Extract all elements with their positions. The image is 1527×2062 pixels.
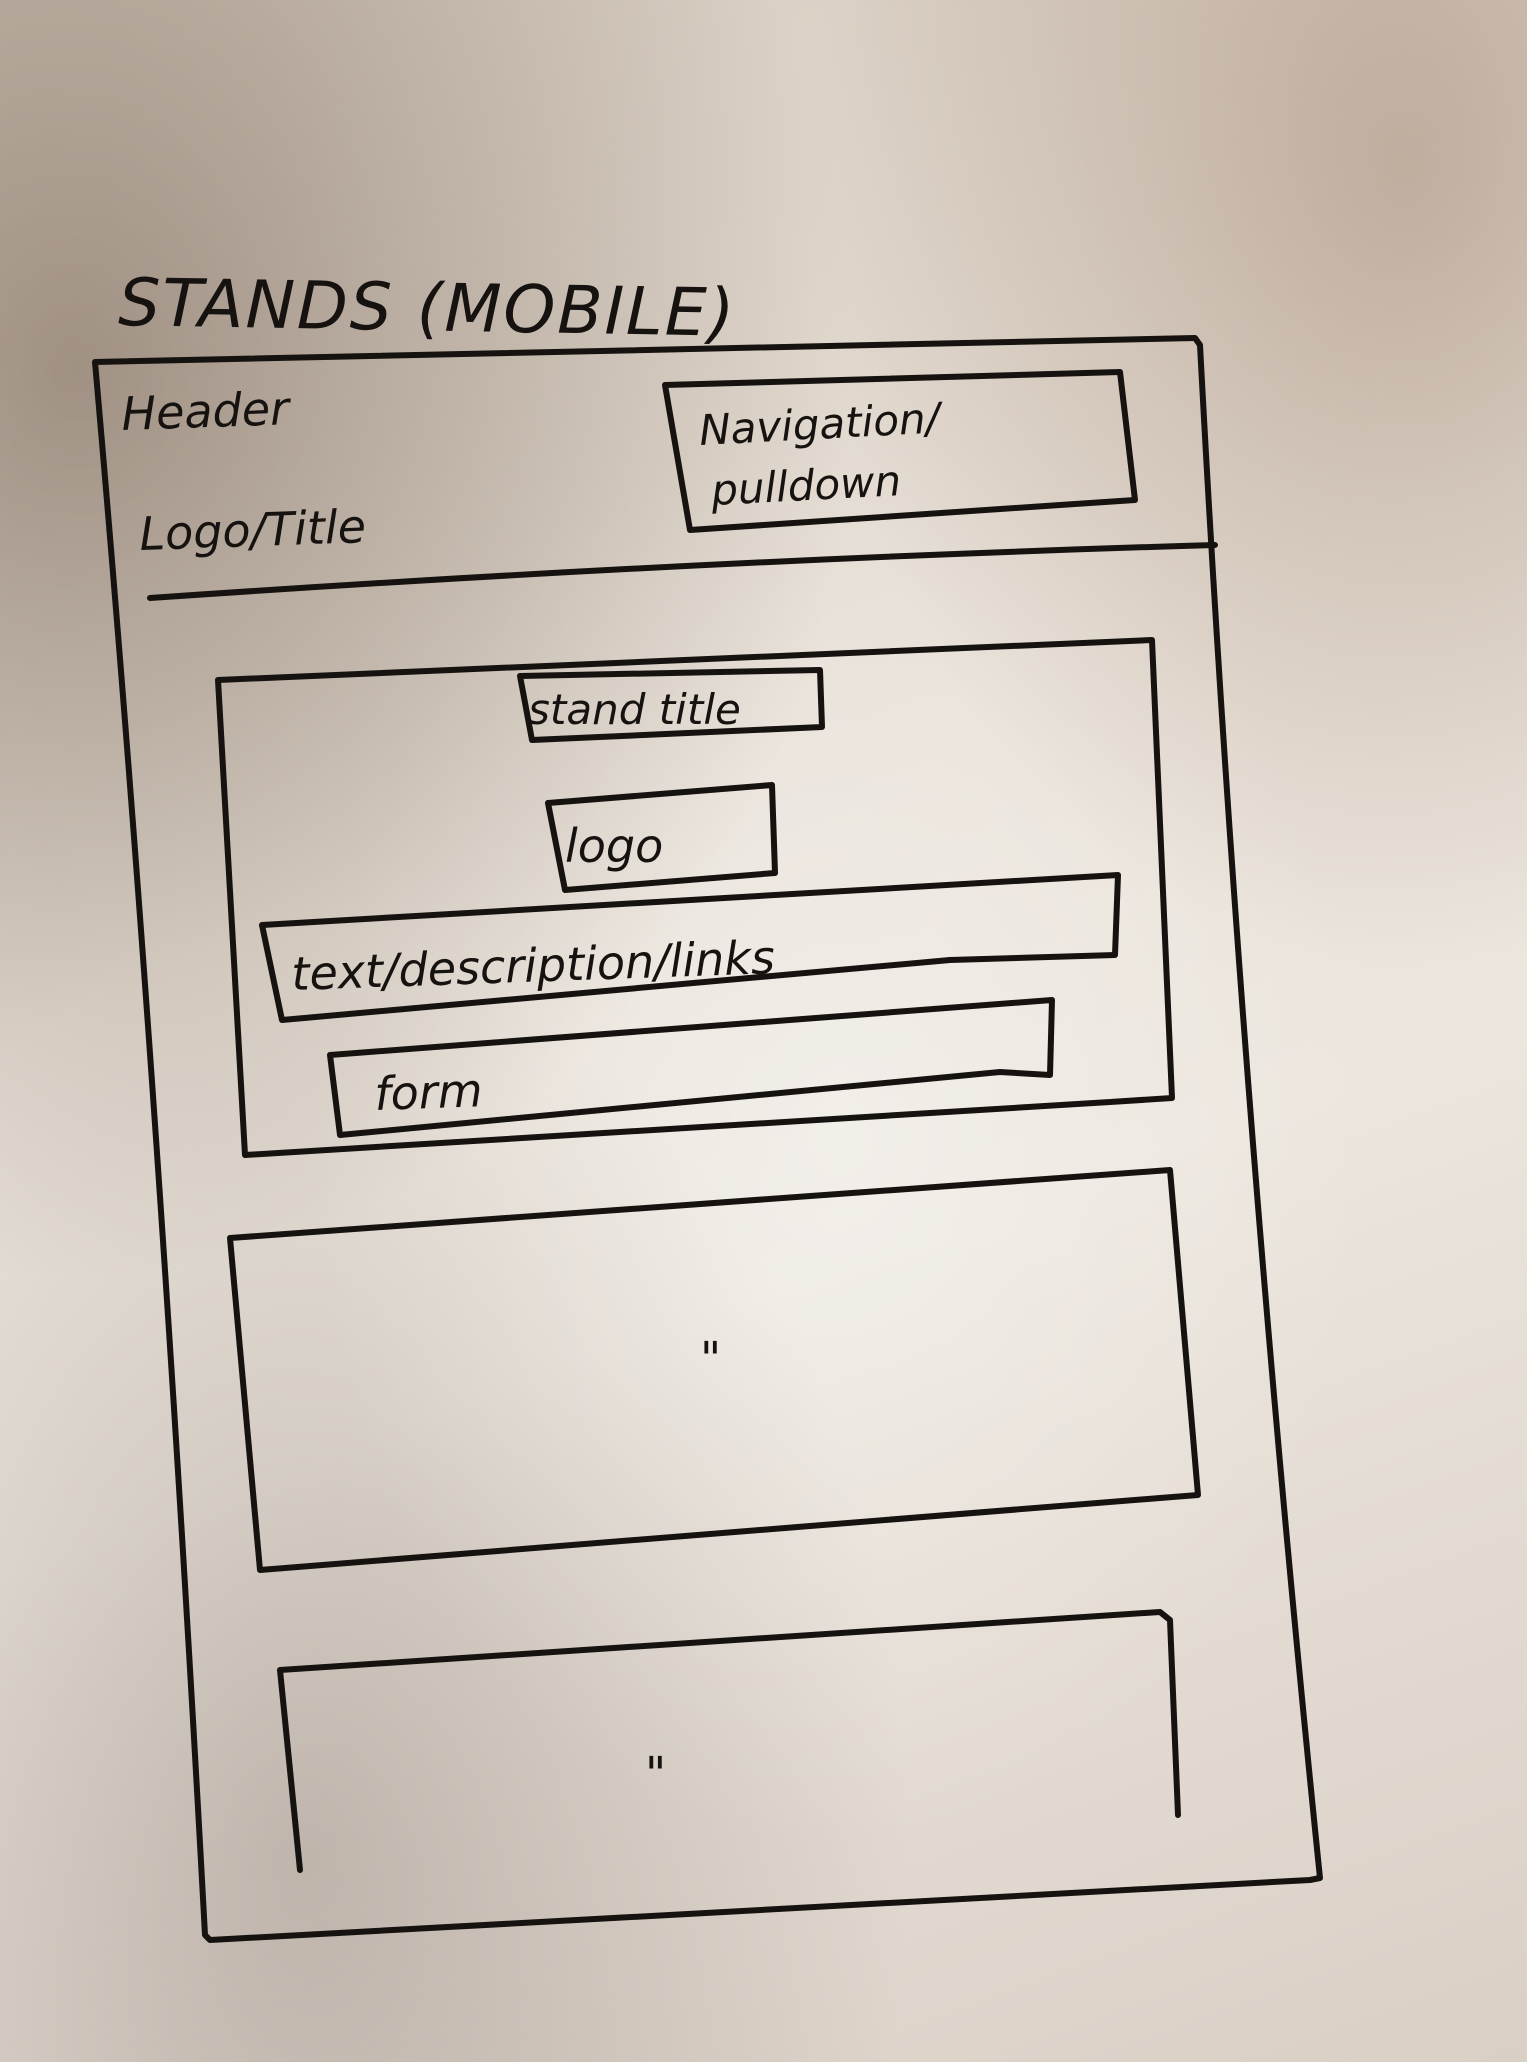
stand-card-3 (277, 1609, 1181, 1873)
stand-card-2-repeat-mark: " (700, 1332, 721, 1386)
wireframe-sketch: STANDS (MOBILE) Header Logo/Title Naviga… (92, 264, 1323, 1943)
stand-card-3-repeat-mark: " (645, 1747, 666, 1801)
navigation-label-line1: Navigation/ (698, 393, 945, 455)
phone-frame (92, 335, 1323, 1943)
stand-form: form (373, 1063, 483, 1121)
stand-text-description-links[interactable]: text/description/links (290, 930, 775, 1001)
header-label: Header (120, 381, 292, 441)
navigation-label-line2: pulldown (709, 456, 902, 515)
stand-logo: logo (565, 819, 663, 873)
stand-title: stand title (528, 685, 741, 734)
sketch-heading: STANDS (MOBILE) (118, 264, 737, 352)
header-logo-title: Logo/Title (138, 499, 366, 561)
